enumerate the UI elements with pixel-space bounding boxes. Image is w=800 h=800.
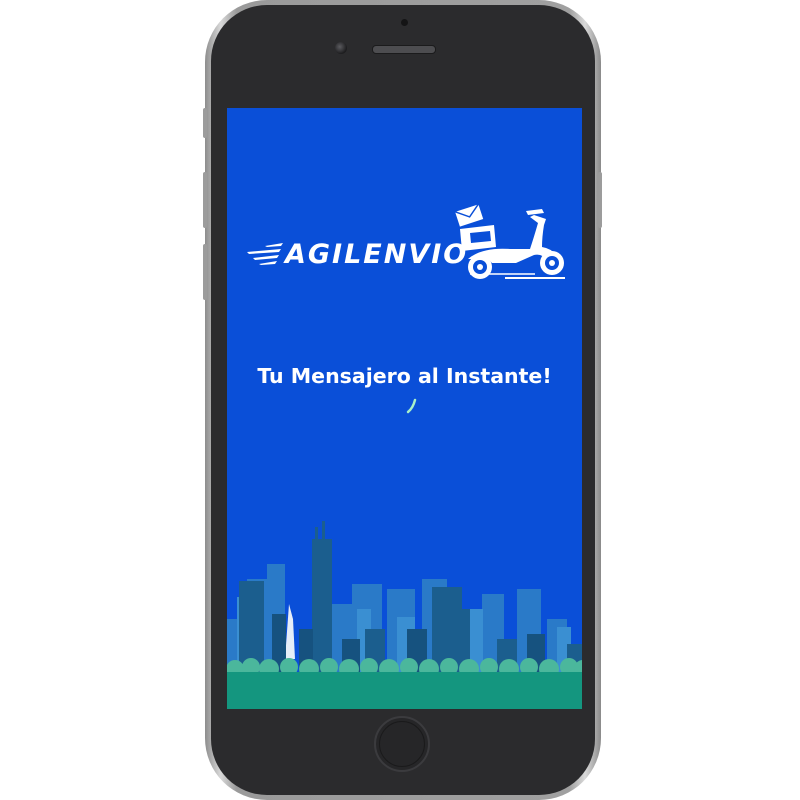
side-button-power — [598, 172, 602, 228]
side-button-mute — [203, 108, 207, 138]
scooter-delivery-icon — [453, 203, 564, 279]
side-button-volume-up — [203, 172, 207, 228]
loading-spinner-icon — [406, 398, 417, 414]
earpiece-speaker — [372, 45, 436, 54]
splash-screen: AGILENVIO Tu Mensajero al Instante! — [227, 108, 582, 709]
side-button-volume-down — [203, 244, 207, 300]
front-camera-icon — [335, 42, 347, 54]
tagline: Tu Mensajero al Instante! — [257, 364, 552, 388]
proximity-sensor — [401, 19, 408, 26]
home-button[interactable] — [374, 716, 430, 772]
city-skyline — [227, 521, 582, 709]
app-logo: AGILENVIO — [245, 203, 565, 283]
